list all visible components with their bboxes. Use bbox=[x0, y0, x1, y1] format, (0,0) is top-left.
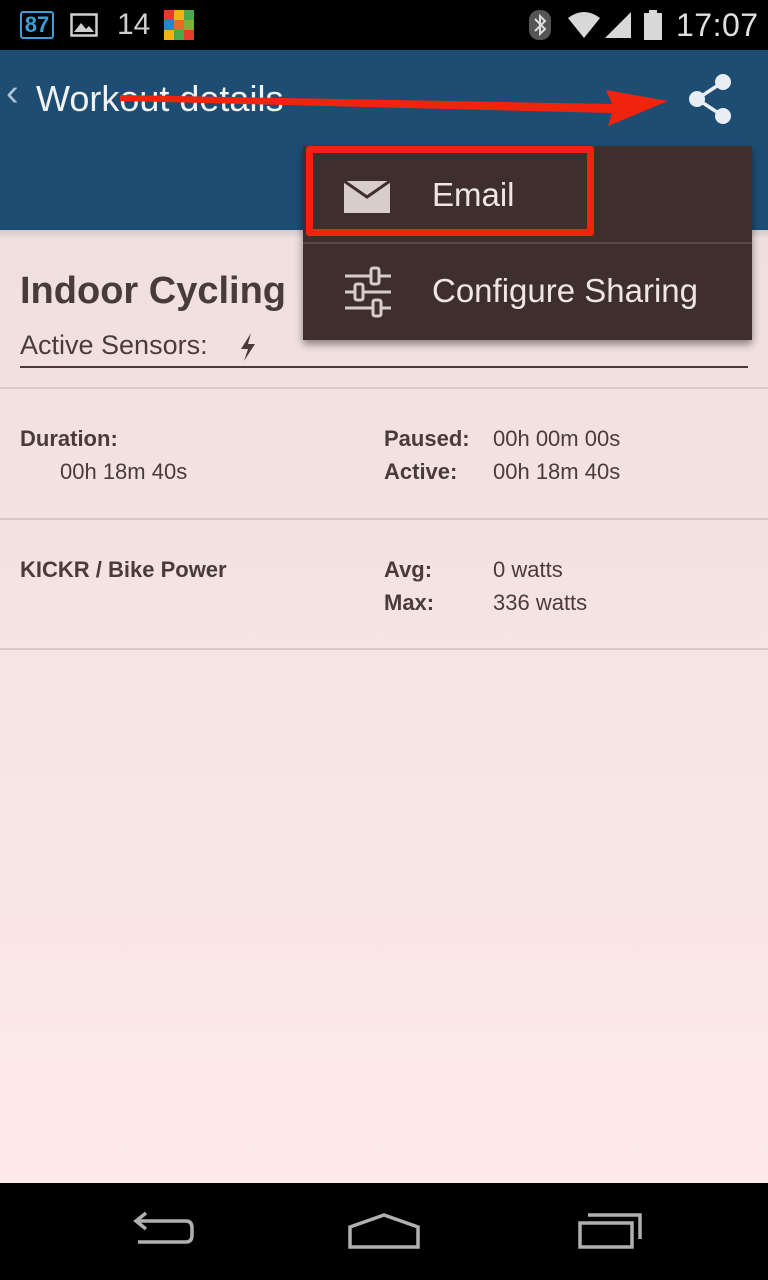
clock: 17:07 bbox=[676, 6, 759, 43]
divider bbox=[20, 366, 748, 368]
active-label: Active: bbox=[384, 459, 458, 484]
duration-label: Duration: bbox=[20, 426, 118, 451]
recent-apps-icon[interactable] bbox=[565, 1201, 655, 1261]
paused-value: 00h 00m 00s bbox=[493, 426, 621, 451]
image-icon bbox=[70, 0, 98, 50]
app-tile-icon bbox=[163, 0, 195, 50]
active-sensors-label: Active Sensors: bbox=[20, 330, 208, 360]
divider bbox=[0, 387, 768, 389]
workout-title: Indoor Cycling bbox=[20, 270, 286, 312]
menu-item-label: Configure Sharing bbox=[432, 272, 698, 309]
chevron-left-icon[interactable]: ‹ bbox=[6, 72, 19, 115]
workout-summary: Indoor Cycling Active Sensors: Duration:… bbox=[0, 240, 768, 1183]
status-bar: 87 14 17:07 bbox=[0, 0, 768, 50]
notification-badge: 87 bbox=[20, 11, 54, 39]
divider bbox=[0, 518, 768, 520]
sliders-icon bbox=[343, 266, 393, 323]
divider bbox=[0, 648, 768, 650]
app-bar: ‹ Workout details bbox=[0, 50, 768, 146]
menu-item-configure-sharing[interactable]: Configure Sharing bbox=[303, 244, 752, 340]
notification-count: 14 bbox=[117, 8, 151, 41]
bluetooth-icon bbox=[528, 0, 552, 50]
back-icon[interactable] bbox=[115, 1201, 205, 1261]
max-value: 336 watts bbox=[493, 590, 588, 615]
avg-label: Avg: bbox=[384, 557, 433, 582]
share-icon[interactable] bbox=[682, 72, 742, 128]
home-icon[interactable] bbox=[339, 1201, 429, 1261]
signal-icon bbox=[603, 0, 633, 50]
avg-value: 0 watts bbox=[493, 557, 563, 582]
duration-value: 00h 18m 40s bbox=[60, 459, 188, 484]
wifi-icon bbox=[566, 0, 602, 50]
battery-icon bbox=[643, 0, 663, 50]
max-label: Max: bbox=[384, 590, 435, 615]
navigation-bar bbox=[0, 1183, 768, 1280]
bolt-icon bbox=[238, 332, 258, 367]
power-sensor-label: KICKR / Bike Power bbox=[20, 557, 227, 582]
page-title[interactable]: Workout details bbox=[36, 78, 283, 120]
annotation-highlight-box bbox=[306, 146, 594, 236]
active-value: 00h 18m 40s bbox=[493, 459, 621, 484]
paused-label: Paused: bbox=[384, 426, 470, 451]
